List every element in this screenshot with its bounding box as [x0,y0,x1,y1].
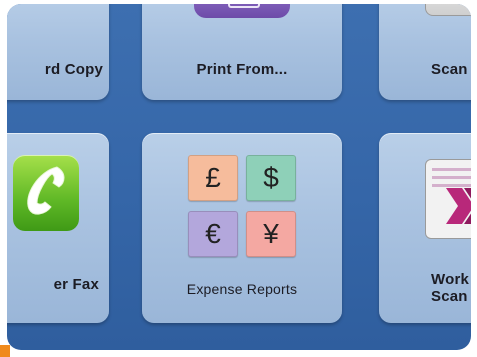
workflow-label-line1: Work [431,271,470,288]
yen-icon: ¥ [246,211,296,257]
workflow-scan-label: Work Scan [379,271,471,305]
euro-icon: € [188,211,238,257]
workflow-label-line2: Scan [431,288,468,305]
expense-reports-label: Expense Reports [186,281,298,297]
touchscreen-panel: rd Copy Print From... Scan er Fax £ $ € … [7,4,471,350]
print-icon [194,4,290,18]
workflow-document-icon [425,159,471,239]
card-copy-button[interactable]: rd Copy [7,4,109,100]
print-from-label: Print From... [196,61,288,78]
expense-reports-button[interactable]: £ $ € ¥ Expense Reports [142,133,342,323]
workflow-scan-button[interactable]: Work Scan [379,133,471,323]
fax-label: er Fax [53,276,99,293]
corner-accent [0,345,10,357]
card-copy-label: rd Copy [44,61,103,78]
print-from-button[interactable]: Print From... [142,4,342,100]
currency-icon: £ $ € ¥ [188,155,300,259]
scan-button[interactable]: Scan [379,4,471,100]
dollar-icon: $ [246,155,296,201]
pound-icon: £ [188,155,238,201]
phone-icon [13,155,79,231]
scan-label: Scan [431,61,468,78]
fax-button[interactable]: er Fax [7,133,109,323]
scanner-icon [425,4,471,16]
